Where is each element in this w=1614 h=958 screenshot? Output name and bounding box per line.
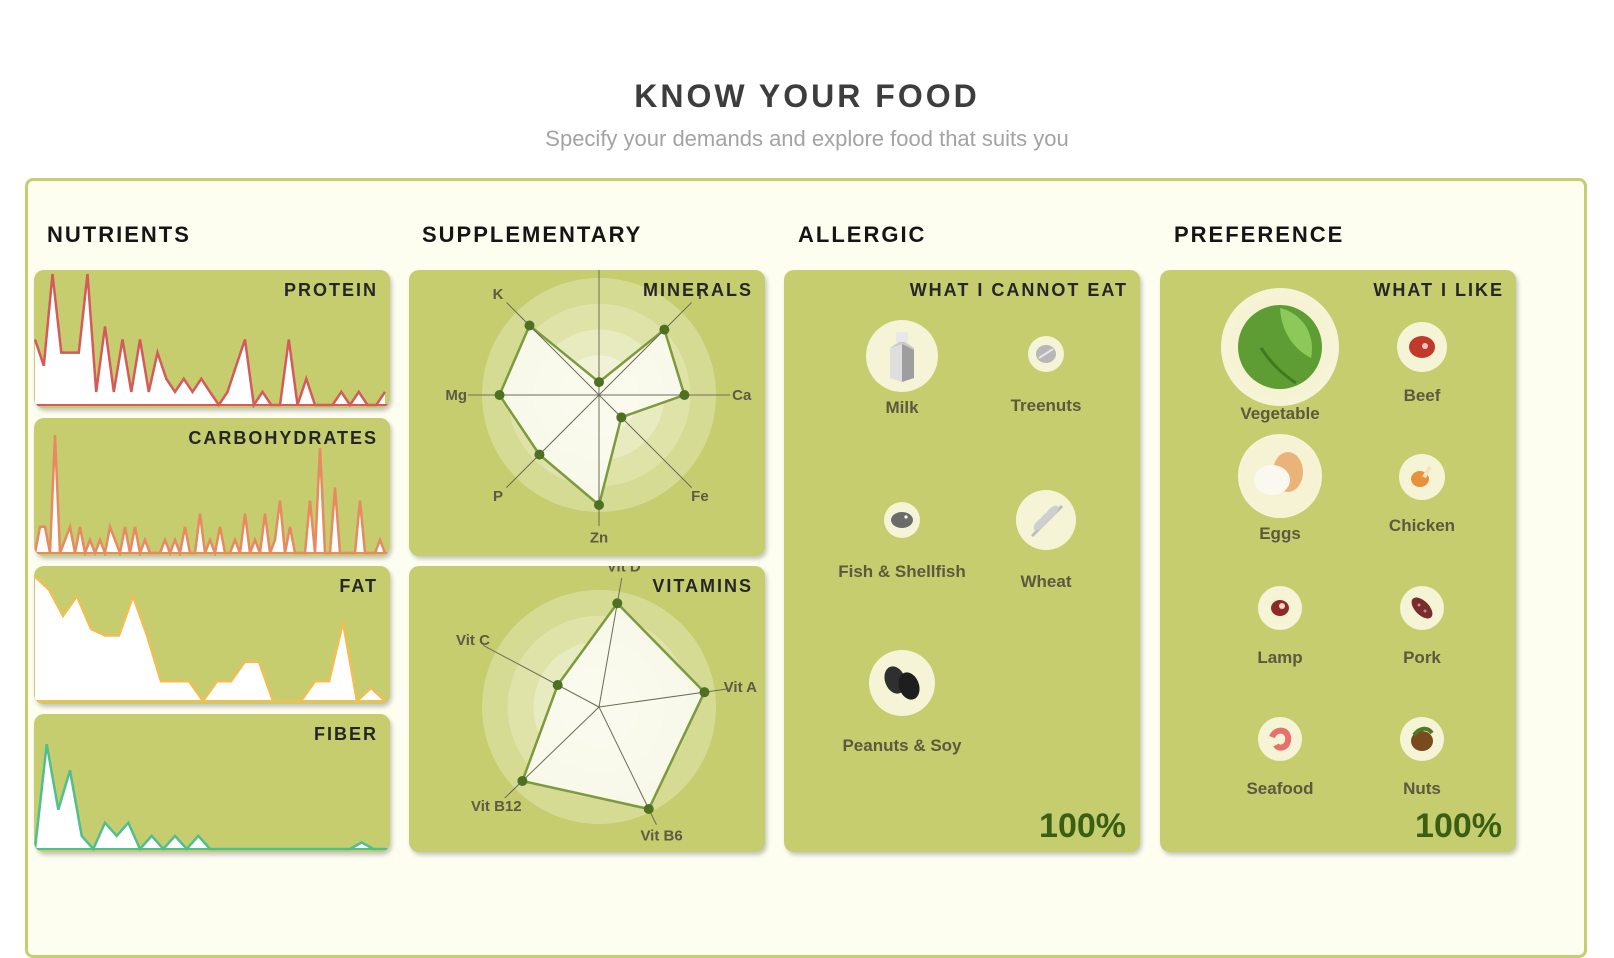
allergic-item-label: Fish & Shellfish (838, 562, 966, 581)
preference-item-eggs[interactable]: Eggs (1210, 434, 1350, 544)
vitamins-card[interactable]: VITAMINS Vit D Vit A Vit B6 Vit B12 Vit C (409, 566, 765, 852)
allergic-item-wheat[interactable]: Wheat (976, 490, 1116, 592)
preference-item-beef[interactable]: Beef (1352, 322, 1492, 406)
allergic-card: WHAT I CANNOT EAT Milk Treenuts Fish & S… (784, 270, 1140, 852)
radar-axis-label: Vit A (724, 679, 758, 696)
radar-point (594, 377, 604, 388)
allergic-item-label: Wheat (1020, 572, 1072, 591)
preference-item-chicken[interactable]: Chicken (1352, 454, 1492, 536)
preference-item-lamb[interactable]: Lamp (1210, 586, 1350, 668)
preference-item-label: Lamp (1257, 648, 1303, 667)
preference-item-label: Seafood (1246, 779, 1314, 798)
radar-point (552, 680, 563, 691)
radar-axis-label: Ca (732, 387, 752, 404)
minerals-radar-chart: NaICaFeZnPMgK (445, 270, 752, 547)
allergic-item-label: Milk (885, 398, 919, 417)
radar-axis-label: Fe (691, 488, 709, 505)
fat-chart (34, 575, 390, 704)
preference-item-label: Vegetable (1240, 404, 1320, 423)
preference-item-label: Eggs (1259, 524, 1301, 543)
series-line (34, 743, 385, 852)
protein-label: PROTEIN (283, 280, 378, 300)
preference-item-nuts[interactable]: Nuts (1352, 717, 1492, 799)
wheat-icon (1016, 490, 1076, 550)
series-line (34, 435, 387, 556)
radar-point (616, 412, 627, 423)
radar-point (494, 390, 505, 400)
preference-item-seafood[interactable]: Seafood (1210, 717, 1350, 799)
radar-axis-label: Vit C (456, 632, 490, 649)
radar-point (612, 598, 623, 609)
vitamins-label: VITAMINS (652, 576, 753, 596)
preference-item-label: Chicken (1388, 516, 1456, 535)
radar-point (534, 449, 545, 460)
lamb-icon (1258, 586, 1302, 630)
allergic-item-treenuts[interactable]: Treenuts (976, 336, 1116, 416)
allergic-label: WHAT I CANNOT EAT (909, 280, 1128, 300)
preference-label: WHAT I LIKE (1373, 280, 1504, 300)
preference-item-vegetable[interactable]: Vegetable (1210, 288, 1350, 424)
section-title-supplementary: SUPPLEMENTARY (422, 222, 643, 247)
radar-point (643, 804, 654, 815)
nuts-icon (1400, 717, 1444, 761)
radar-axis-label: Mg (445, 387, 467, 404)
vegetable-icon (1221, 288, 1339, 406)
radar-axis-label: Zn (590, 530, 608, 547)
allergic-item-peanuts[interactable]: Peanuts & Soy (832, 650, 972, 756)
vitamins-radar-chart: Vit D Vit A Vit B6 Vit B12 Vit C (456, 566, 758, 844)
page-title: KNOW YOUR FOOD (634, 78, 980, 114)
preference-item-pork[interactable]: Pork (1352, 586, 1492, 668)
preference-item-label: Beef (1403, 386, 1441, 405)
carbohydrates-label: CARBOHYDRATES (188, 428, 378, 448)
milk-icon (866, 320, 938, 392)
fat-label: FAT (339, 576, 378, 596)
fiber-card[interactable]: FIBER (34, 714, 390, 852)
fat-card[interactable]: FAT (34, 566, 390, 704)
section-title-allergic: ALLERGIC (798, 222, 927, 247)
preference-item-label: Nuts (1403, 779, 1441, 798)
preference-item-label: Pork (1403, 648, 1441, 667)
allergic-item-label: Treenuts (1010, 396, 1082, 415)
allergic-item-fish[interactable]: Fish & Shellfish (832, 502, 972, 582)
allergic-percent: 100% (1039, 807, 1126, 845)
section-title-preference: PREFERENCE (1174, 222, 1345, 247)
protein-card[interactable]: PROTEIN (34, 270, 390, 408)
peanuts-icon (869, 650, 935, 716)
radar-point (659, 324, 670, 335)
area-fill (35, 576, 385, 701)
beef-icon (1397, 322, 1447, 372)
pork-icon (1400, 586, 1444, 630)
page-subtitle: Specify your demands and explore food th… (545, 126, 1069, 151)
treenuts-icon (1028, 336, 1064, 372)
radar-point (517, 775, 528, 786)
radar-point (524, 320, 535, 331)
radar-point (699, 687, 710, 698)
radar-axis-label: Vit B6 (640, 827, 682, 844)
radar-axis-label: Vit B12 (471, 798, 522, 815)
radar-point (679, 390, 690, 400)
radar-axis-label: P (493, 488, 503, 505)
area-fill (35, 744, 385, 849)
chicken-icon (1399, 454, 1445, 500)
minerals-label: MINERALS (643, 280, 753, 300)
preference-card: WHAT I LIKE Vegetable Beef Eggs Chicken … (1160, 270, 1516, 852)
radar-axis-label: Vit D (607, 566, 641, 575)
radar-axis-label: K (493, 286, 504, 303)
allergic-item-label: Peanuts & Soy (842, 736, 962, 755)
radar-point (594, 499, 604, 510)
section-title-nutrients: NUTRIENTS (47, 222, 191, 247)
minerals-card[interactable]: MINERALS NaICaFeZnPMgK (409, 270, 765, 556)
allergic-item-milk[interactable]: Milk (832, 320, 972, 418)
fiber-label: FIBER (314, 724, 378, 744)
preference-percent: 100% (1415, 807, 1502, 845)
carbohydrates-card[interactable]: CARBOHYDRATES (34, 418, 390, 556)
fish-icon (884, 502, 920, 538)
seafood-icon (1258, 717, 1302, 761)
eggs-icon (1238, 434, 1322, 518)
